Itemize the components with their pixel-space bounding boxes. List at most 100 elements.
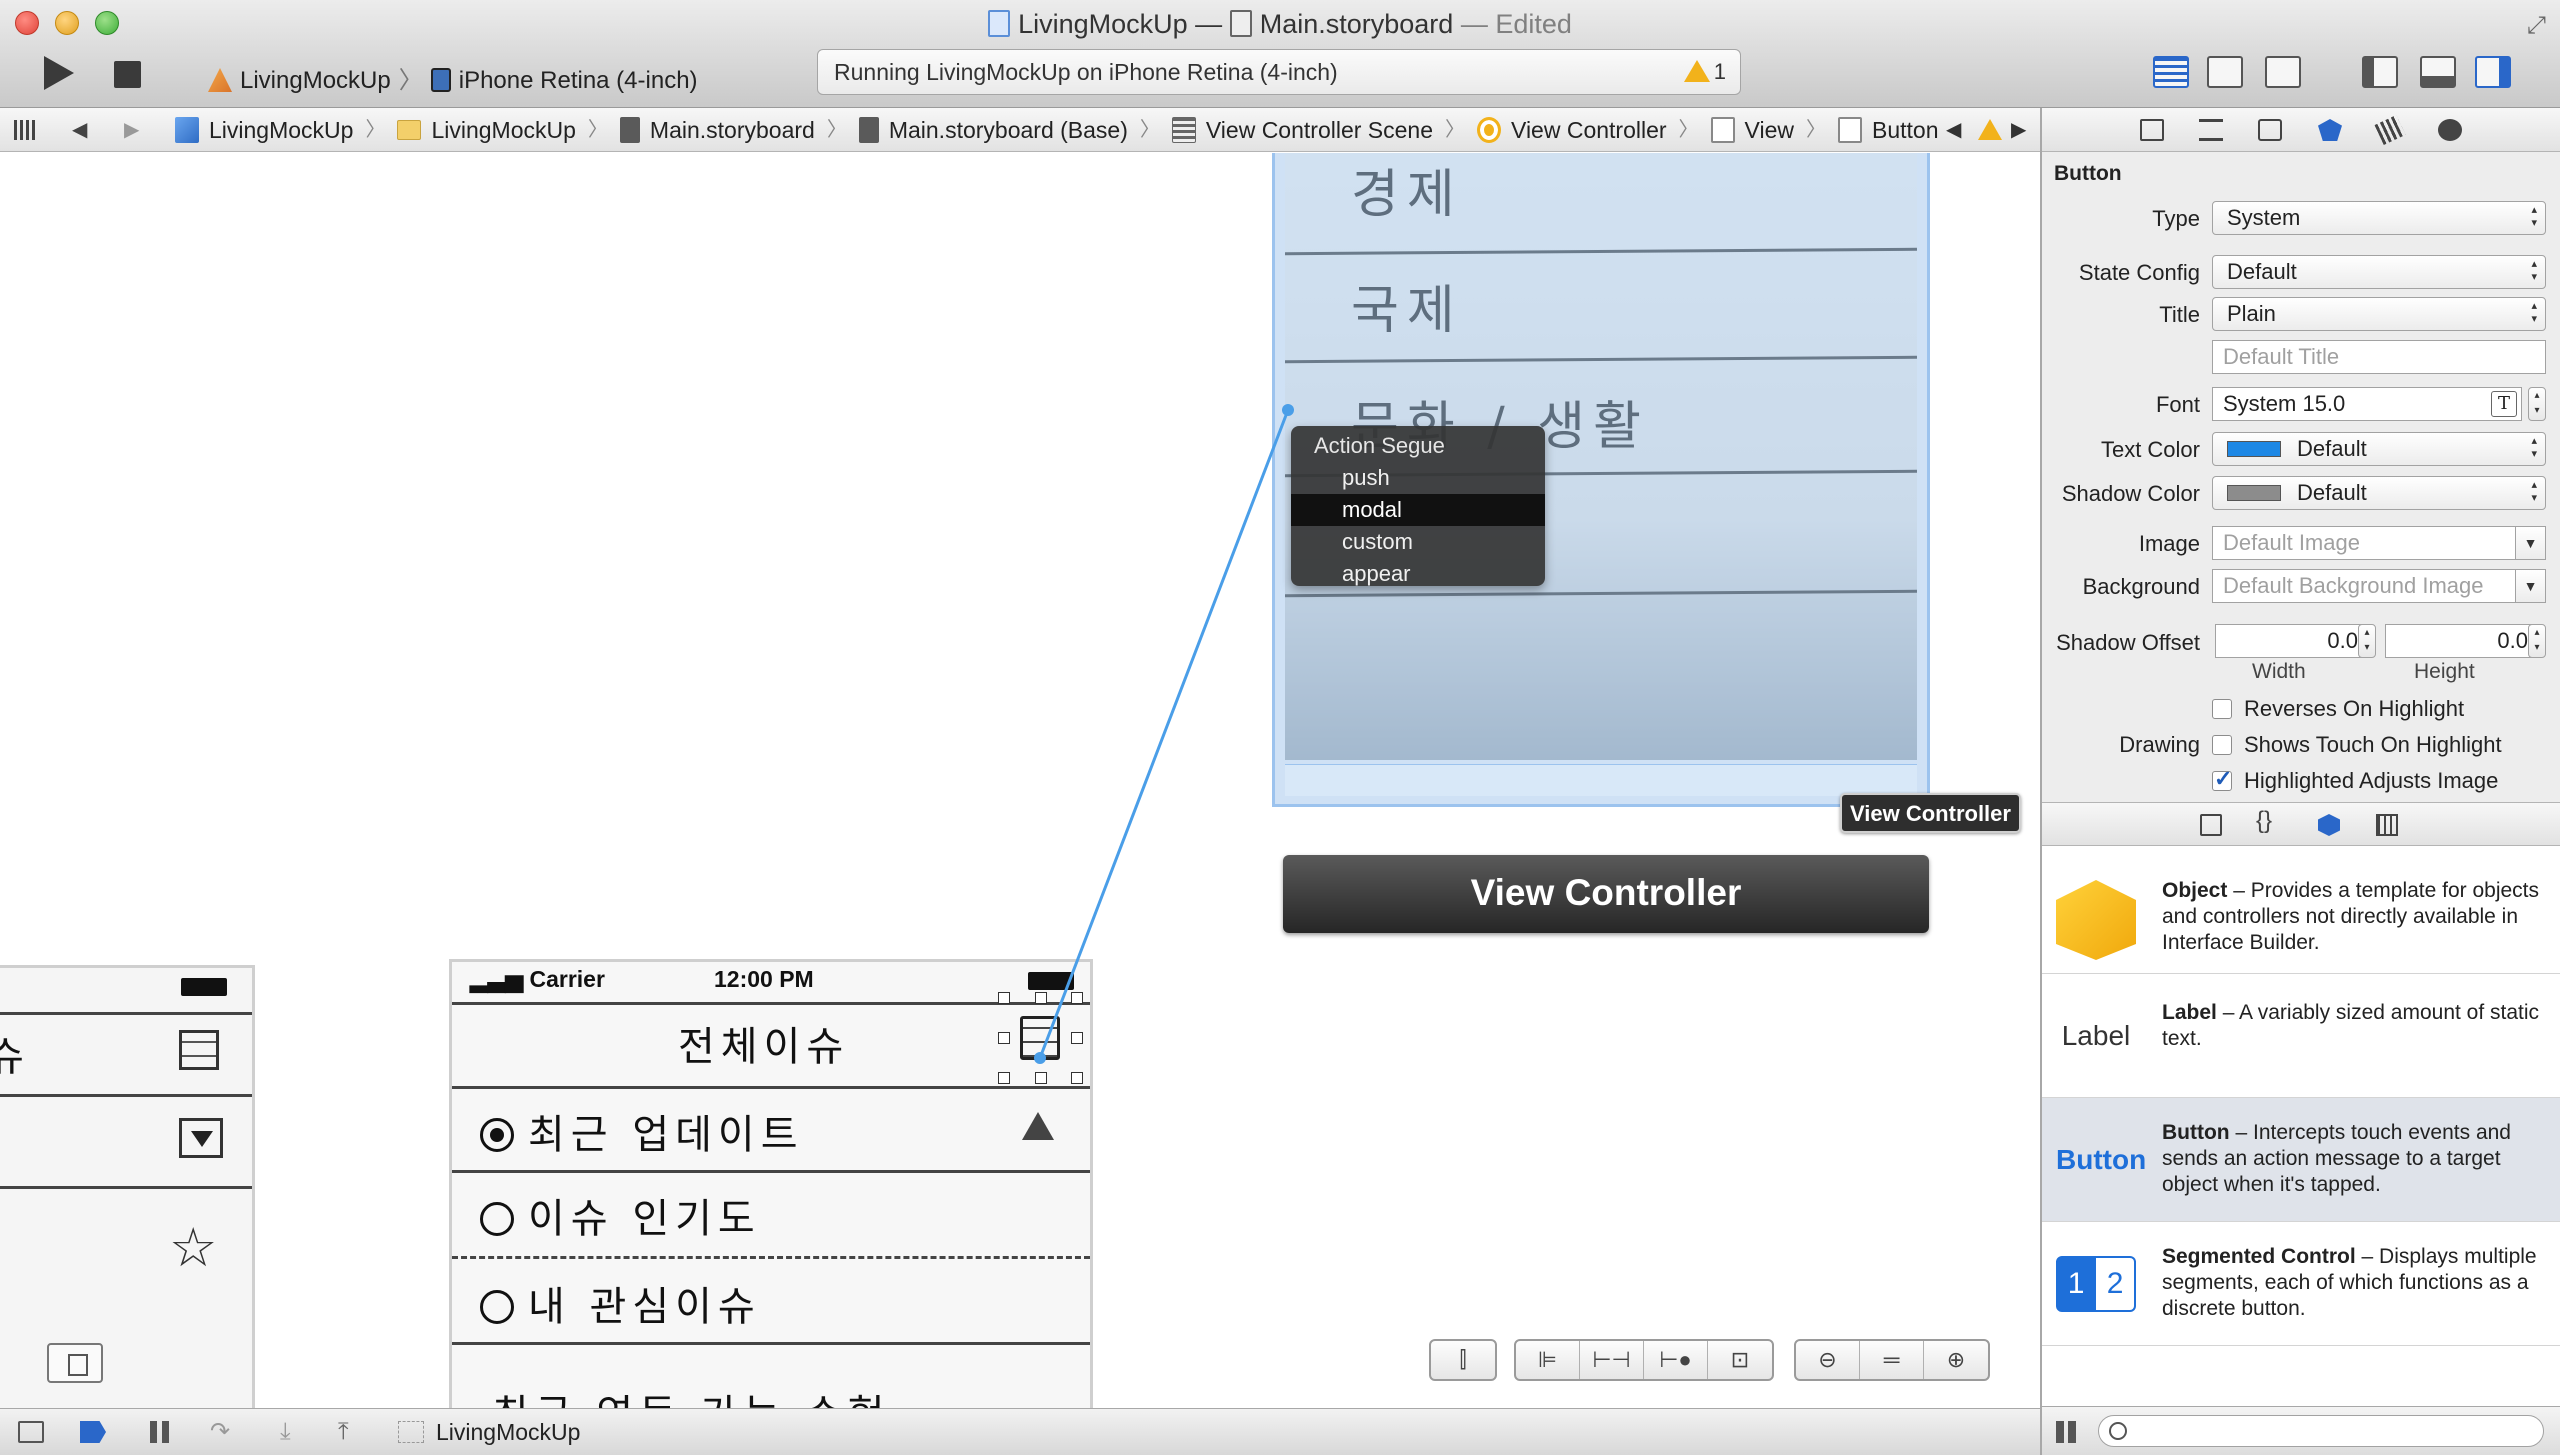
breadcrumb-storyboard[interactable]: Main.storyboard 〉 — [619, 108, 847, 151]
state-config-popup[interactable]: Default — [2212, 255, 2546, 289]
align-icon[interactable]: ⊫ — [1516, 1341, 1580, 1379]
shows-touch-checkbox[interactable]: Shows Touch On Highlight — [2212, 732, 2502, 758]
breadcrumb-button[interactable]: Button — [1837, 108, 1938, 151]
scheme-name[interactable]: LivingMockUp — [240, 67, 391, 94]
object-library-icon[interactable] — [2318, 814, 2340, 836]
size-inspector-icon[interactable] — [2374, 114, 2406, 146]
resize-handle[interactable] — [998, 1032, 1010, 1044]
back-arrow-icon[interactable]: ◀ — [72, 108, 87, 151]
image-combo[interactable]: Default Image ▼ — [2212, 526, 2546, 560]
text-color-popup[interactable]: Default — [2212, 432, 2546, 466]
previous-issue-icon[interactable]: ◀ — [1946, 108, 1961, 151]
zoom-in-icon[interactable]: ⊕ — [1924, 1341, 1988, 1379]
version-editor-icon[interactable] — [2265, 56, 2301, 88]
shadow-height-field[interactable]: 0.0 — [2385, 624, 2537, 658]
library-item-button[interactable]: Button Button – Intercepts touch events … — [2042, 1098, 2560, 1222]
title-text-field[interactable]: Default Title — [2212, 340, 2546, 374]
reverses-on-highlight-checkbox[interactable]: Reverses On Highlight — [2212, 696, 2464, 722]
breadcrumb-project[interactable]: LivingMockUp 〉 — [175, 108, 385, 151]
breadcrumb-group[interactable]: LivingMockUp 〉 — [397, 108, 608, 151]
library-search-input[interactable] — [2098, 1415, 2544, 1447]
chevron-down-icon[interactable]: ▼ — [2515, 527, 2545, 559]
utilities-toggle-icon[interactable] — [2475, 56, 2511, 88]
breadcrumb-storyboard-base[interactable]: Main.storyboard (Base) 〉 — [858, 108, 1160, 151]
debug-target-label[interactable]: LivingMockUp — [436, 1409, 580, 1455]
stop-button[interactable] — [114, 61, 141, 88]
code-snippet-library-icon[interactable]: {} — [2256, 807, 2272, 835]
segue-appear-item[interactable]: appear — [1291, 558, 1545, 586]
connections-inspector-icon[interactable] — [2438, 119, 2462, 141]
step-over-icon[interactable]: ↷ — [210, 1409, 236, 1445]
attributes-inspector-icon[interactable] — [2318, 119, 2342, 141]
next-issue-icon[interactable]: ▶ — [2011, 108, 2026, 151]
resize-handle[interactable] — [1035, 992, 1047, 1004]
pause-icon[interactable] — [150, 1421, 176, 1443]
related-items-icon[interactable] — [14, 120, 36, 140]
resize-handle[interactable] — [1035, 1072, 1047, 1084]
scheme-selector[interactable]: LivingMockUp 〉 iPhone Retina (4-inch) — [208, 60, 698, 95]
step-into-icon[interactable]: ⤓ — [280, 1409, 306, 1445]
breadcrumb-view-controller[interactable]: View Controller 〉 — [1477, 108, 1699, 151]
issue-resolve-icon[interactable]: ⫿ — [1431, 1341, 1495, 1379]
file-template-library-icon[interactable] — [2200, 814, 2222, 836]
resolve-autolayout-icon[interactable]: ⊢● — [1644, 1341, 1708, 1379]
step-out-icon[interactable]: ⤒ — [338, 1409, 364, 1445]
resizing-behavior-icon[interactable]: ⊡ — [1708, 1341, 1772, 1379]
library-item-label[interactable]: Label Label – A variably sized amount of… — [2042, 974, 2560, 1098]
title-type-popup[interactable]: Plain — [2212, 297, 2546, 331]
issue-warning-icon[interactable] — [1978, 119, 2002, 140]
identity-inspector-icon[interactable] — [2258, 119, 2282, 141]
hide-debug-area-icon[interactable] — [18, 1421, 44, 1443]
utilities-pane: Button Type System State Config Default … — [2040, 108, 2560, 1455]
resize-handle[interactable] — [1071, 1032, 1083, 1044]
shadow-height-stepper[interactable]: ▴ ▾ — [2528, 624, 2546, 658]
shadow-width-stepper[interactable]: ▴ ▾ — [2358, 624, 2376, 658]
breadcrumb-view[interactable]: View 〉 — [1710, 108, 1826, 151]
segue-modal-item[interactable]: modal — [1291, 494, 1545, 526]
breakpoints-toggle-icon[interactable] — [80, 1421, 106, 1443]
destination-name[interactable]: iPhone Retina (4-inch) — [459, 67, 698, 94]
highlighted-adjusts-image-checkbox[interactable]: Highlighted Adjusts Image — [2212, 766, 2498, 794]
breadcrumb-scene[interactable]: View Controller Scene 〉 — [1171, 108, 1465, 151]
library-item-segmented-control[interactable]: 12 Segmented Control – Displays multiple… — [2042, 1222, 2560, 1346]
font-size-stepper[interactable]: ▴ ▾ — [2528, 387, 2546, 421]
play-icon[interactable] — [47, 1343, 103, 1383]
option-row[interactable]: 이슈 인기도 — [480, 1186, 761, 1244]
option-row[interactable]: 내 관심이슈 — [480, 1274, 761, 1332]
zoom-actual-icon[interactable]: ═ — [1860, 1341, 1924, 1379]
chevron-down-icon[interactable]: ▼ — [2515, 570, 2545, 602]
zoom-out-icon[interactable]: ⊖ — [1796, 1341, 1860, 1379]
type-popup[interactable]: System — [2212, 201, 2546, 235]
media-library-icon[interactable] — [2376, 814, 2398, 836]
segue-custom-item[interactable]: custom — [1291, 526, 1545, 558]
scene-dock-bar[interactable]: View Controller — [1283, 855, 1929, 933]
storyboard-canvas[interactable]: 경제 국제 문화 / 생활 View Controller View Contr… — [0, 153, 2040, 1408]
debug-area-toggle-icon[interactable] — [2420, 56, 2456, 88]
file-inspector-icon[interactable] — [2140, 119, 2164, 141]
activity-warning-badge[interactable]: 1 — [1683, 50, 1726, 94]
run-button[interactable] — [44, 56, 74, 90]
pin-icon[interactable]: ⊢⊣ — [1580, 1341, 1644, 1379]
background-combo[interactable]: Default Background Image ▼ — [2212, 569, 2546, 603]
font-field[interactable]: System 15.0 T — [2212, 387, 2522, 421]
source-scene[interactable]: ▂▃▅ Carrier 12:00 PM 전체이슈 최근 업데이트 이슈 인기도… — [449, 959, 1093, 1408]
menu-button[interactable] — [1020, 1016, 1060, 1060]
resize-handle[interactable] — [998, 1072, 1010, 1084]
left-scene[interactable]: 슈 ☆ — [0, 965, 255, 1408]
option-row[interactable]: 최근 업데이트 — [480, 1102, 804, 1160]
library-item-object[interactable]: Object – Provides a template for objects… — [2042, 846, 2560, 974]
standard-editor-icon[interactable] — [2153, 56, 2189, 88]
fullscreen-icon[interactable]: ⤢ — [2527, 12, 2546, 40]
forward-arrow-icon[interactable]: ▶ — [124, 108, 139, 151]
font-picker-icon[interactable]: T — [2491, 391, 2517, 417]
segue-push-item[interactable]: push — [1291, 462, 1545, 494]
resize-handle[interactable] — [1071, 992, 1083, 1004]
quick-help-icon[interactable] — [2199, 119, 2223, 141]
shadow-color-popup[interactable]: Default — [2212, 476, 2546, 510]
grid-view-icon[interactable] — [2056, 1421, 2078, 1443]
assistant-editor-icon[interactable] — [2207, 56, 2243, 88]
resize-handle[interactable] — [998, 992, 1010, 1004]
resize-handle[interactable] — [1071, 1072, 1083, 1084]
navigator-toggle-icon[interactable] — [2362, 56, 2398, 88]
shadow-width-field[interactable]: 0.0 — [2215, 624, 2367, 658]
